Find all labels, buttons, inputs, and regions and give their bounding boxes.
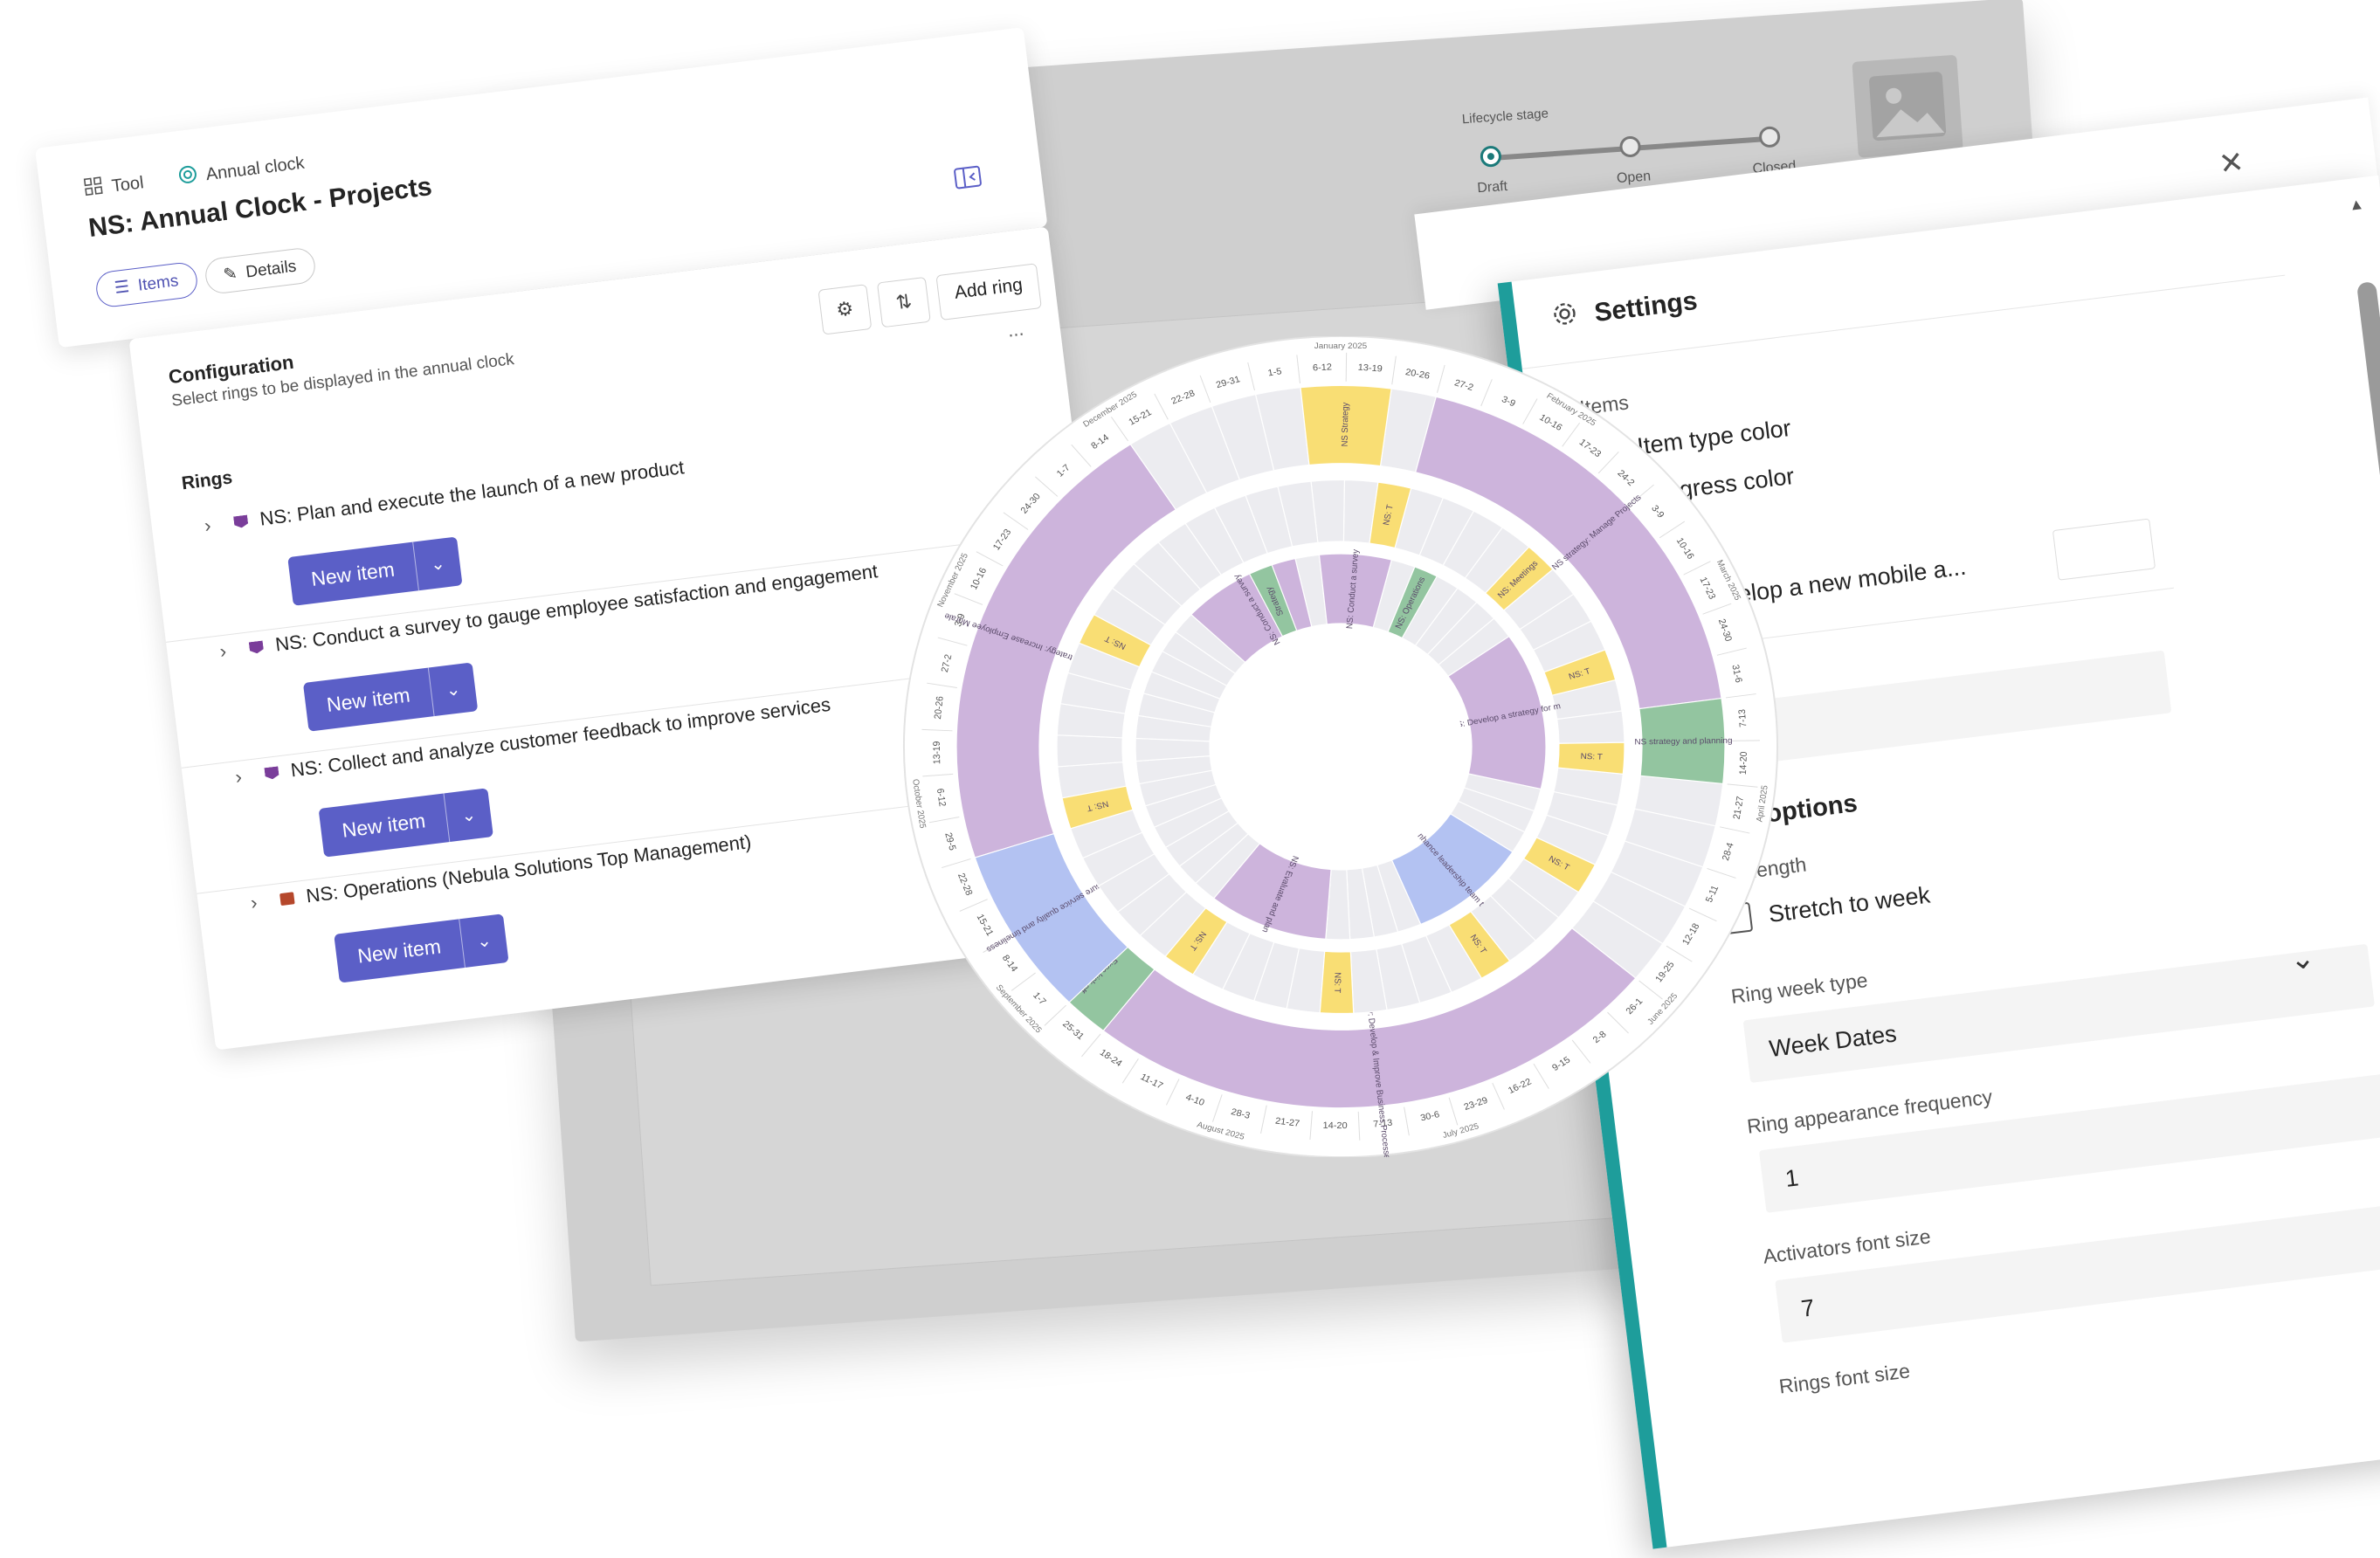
chevron-down-icon[interactable]: ⌄ <box>459 913 509 969</box>
settings-title-row: Settings <box>1549 284 1700 336</box>
clock-app-icon <box>176 164 198 190</box>
breadcrumb-app[interactable]: Annual clock <box>176 151 306 191</box>
week-label: 13-19 <box>1357 362 1383 375</box>
annual-clock: 6-12 13-19 20-2627-23-910-1617-2324-23-910… <box>903 336 1778 1157</box>
ring-flag-icon <box>264 766 279 780</box>
ring-label: NS: Plan and execute the launch of a new… <box>259 456 686 530</box>
week-label: 6-12 <box>1313 362 1333 374</box>
ring-flag-icon <box>249 640 265 654</box>
lifecycle-dot-closed[interactable] <box>1758 126 1781 148</box>
week-label: 14-20 <box>1738 751 1750 775</box>
ring-item-label: NS: T <box>1332 972 1342 993</box>
lifecycle-stage-open: Open <box>1616 169 1652 187</box>
ring-stack-icon <box>279 892 295 907</box>
close-icon[interactable]: ✕ <box>2217 145 2245 183</box>
grid-icon <box>83 176 105 202</box>
chevron-down-icon[interactable]: ⌄ <box>2287 940 2317 977</box>
ring-week-type-select[interactable]: Week Dates <box>1742 943 2376 1084</box>
new-item-button[interactable]: New item <box>287 542 418 606</box>
new-item-split-button: New item ⌄ <box>302 662 479 732</box>
scroll-up-icon[interactable]: ▲ <box>2348 195 2365 215</box>
new-item-button[interactable]: New item <box>303 668 434 732</box>
chevron-right-icon[interactable]: › <box>218 638 238 663</box>
image-placeholder-icon <box>1852 54 1963 158</box>
week-label: 13-19 <box>931 741 942 765</box>
tab-items[interactable]: ☰ Items <box>93 260 199 309</box>
tab-details-label: Details <box>245 257 298 282</box>
lifecycle-dot-open[interactable] <box>1618 135 1642 158</box>
week-label: 1-5 <box>1267 366 1283 378</box>
stretch-to-week-label: Stretch to week <box>1767 881 1932 927</box>
scrollbar[interactable] <box>2356 280 2380 769</box>
week-label: 7-13 <box>1737 709 1749 728</box>
chevron-down-icon[interactable]: ⌄ <box>443 788 493 843</box>
lifecycle-label: Lifecycle stage <box>1461 106 1549 128</box>
sort-button[interactable]: ⇅ <box>876 276 931 328</box>
chevron-down-icon[interactable]: ⌄ <box>427 662 479 717</box>
lifecycle-stage-draft: Draft <box>1476 178 1508 196</box>
tab-items-label: Items <box>136 271 180 295</box>
settings-title: Settings <box>1592 286 1700 328</box>
settings-button[interactable]: ⚙ <box>817 284 873 335</box>
new-item-split-button: New item ⌄ <box>334 913 509 983</box>
breadcrumb-tool[interactable]: Tool <box>83 170 146 202</box>
pencil-icon: ✎ <box>222 264 238 285</box>
ring-flag-icon <box>233 515 249 529</box>
chevron-right-icon[interactable]: › <box>250 890 270 914</box>
month-label: January 2025 <box>1314 341 1368 351</box>
rings-heading: Rings <box>180 467 234 494</box>
new-item-split-button: New item ⌄ <box>318 788 493 858</box>
chevron-right-icon[interactable]: › <box>204 513 224 537</box>
rings-font-label: Rings font size <box>1777 1359 1912 1398</box>
new-item-split-button: New item ⌄ <box>287 536 463 606</box>
list-icon: ☰ <box>113 278 131 298</box>
new-item-button[interactable]: New item <box>334 919 465 982</box>
add-ring-button[interactable]: Add ring <box>935 263 1043 321</box>
ring-item-label: NS: T <box>1580 752 1603 762</box>
week-label: 14-20 <box>1322 1120 1347 1131</box>
activators-font-input[interactable]: 7 <box>1775 1203 2380 1343</box>
lifecycle-dot-draft[interactable] <box>1480 145 1502 168</box>
ring-item-label: NS Strategy <box>1340 403 1350 447</box>
sort-arrows-icon: ⇅ <box>894 290 914 314</box>
ring-item-label: NS strategy and planning <box>1634 736 1732 747</box>
breadcrumb-app-label: Annual clock <box>204 153 306 184</box>
gear-icon <box>1549 299 1582 337</box>
ring-appearance-input[interactable]: 1 <box>1758 1073 2380 1213</box>
activators-font-label: Activators font size <box>1762 1224 1932 1268</box>
tab-details[interactable]: ✎ Details <box>203 246 317 296</box>
chevron-right-icon[interactable]: › <box>234 764 254 789</box>
chevron-down-icon[interactable]: ⌄ <box>412 536 463 591</box>
gear-icon: ⚙ <box>834 297 855 321</box>
collapse-panel-icon[interactable] <box>953 164 984 195</box>
breadcrumb-tool-label: Tool <box>110 172 145 196</box>
ring-color-swatch[interactable] <box>2052 518 2156 581</box>
new-item-button[interactable]: New item <box>319 794 450 858</box>
